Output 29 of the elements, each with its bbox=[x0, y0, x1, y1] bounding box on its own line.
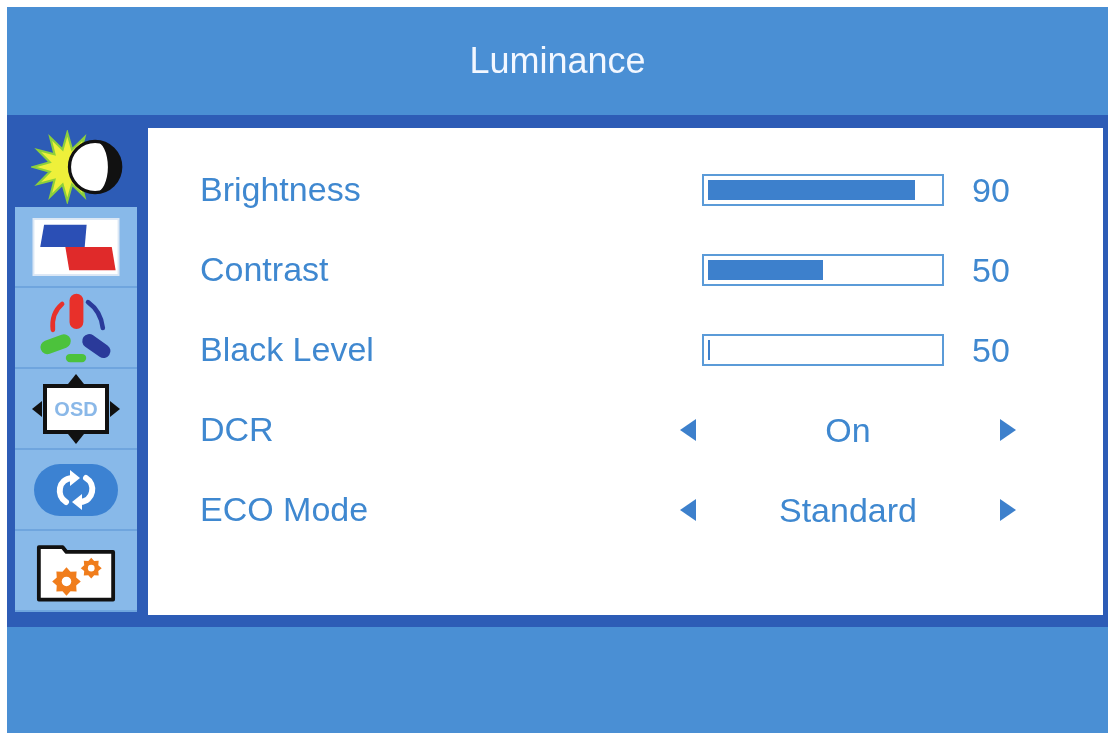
arrow-left-icon bbox=[680, 419, 696, 441]
slider-track[interactable] bbox=[702, 254, 944, 286]
sidebar-tab[interactable] bbox=[15, 531, 137, 612]
setting-reading: 50 bbox=[972, 333, 1010, 367]
setting-value: Standard bbox=[779, 493, 917, 527]
setting-reading: 50 bbox=[972, 253, 1010, 287]
setting-label: Contrast bbox=[200, 250, 329, 288]
setting-value: On bbox=[825, 413, 871, 447]
arrow-left-icon bbox=[680, 499, 696, 521]
arrow-left-icon bbox=[32, 400, 42, 417]
sun-contrast-icon bbox=[30, 129, 125, 204]
sidebar-tab[interactable] bbox=[15, 207, 137, 288]
arrow-right-icon bbox=[110, 400, 120, 417]
setting-label: Black Level bbox=[200, 330, 374, 368]
refresh-arrows-icon bbox=[34, 463, 118, 516]
window-title: Luminance bbox=[469, 43, 646, 79]
setting-label: DCR bbox=[200, 410, 274, 448]
setting-reading: 90 bbox=[972, 173, 1010, 207]
arrow-right-icon bbox=[1000, 419, 1016, 441]
osd-monitor-label: OSD bbox=[43, 383, 109, 434]
arrow-right-icon bbox=[1000, 499, 1016, 521]
setting-label: ECO Mode bbox=[200, 490, 369, 528]
setting-label: Brightness bbox=[200, 170, 361, 208]
picture-blocks-icon bbox=[32, 217, 120, 276]
slider-track[interactable] bbox=[702, 174, 944, 206]
sidebar-tab[interactable]: OSD bbox=[15, 369, 137, 450]
arrow-down-icon bbox=[68, 433, 84, 444]
slider-track[interactable] bbox=[702, 334, 944, 366]
arrow-up-icon bbox=[68, 373, 84, 384]
